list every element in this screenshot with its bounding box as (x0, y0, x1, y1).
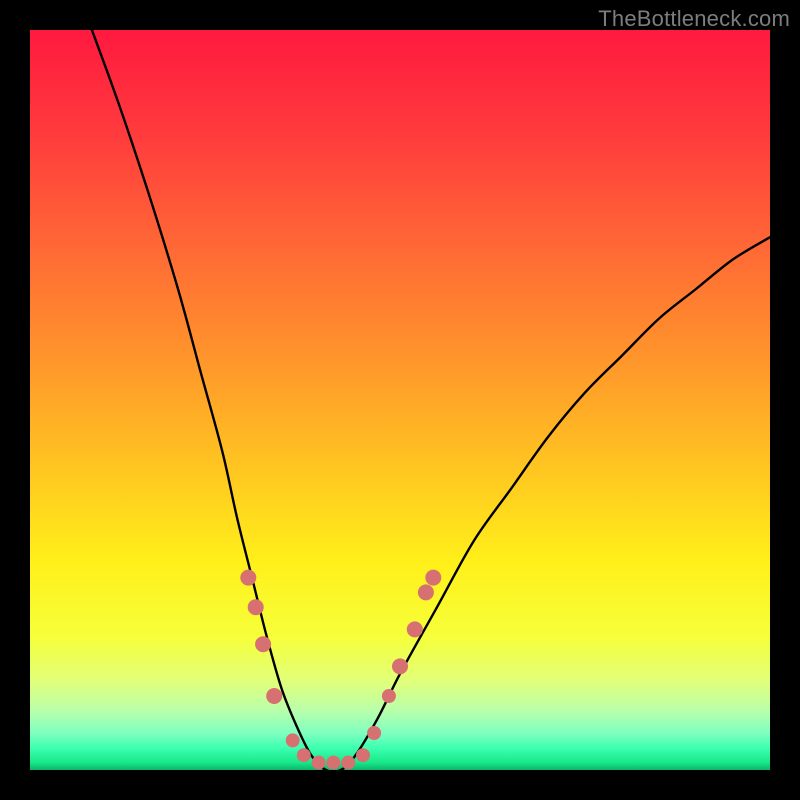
sample-point (248, 599, 264, 615)
sample-point (382, 689, 396, 703)
sample-point (392, 658, 408, 674)
sample-point (326, 756, 340, 770)
sample-point (286, 733, 300, 747)
chart-frame: TheBottleneck.com (0, 0, 800, 800)
sample-point (240, 570, 256, 586)
chart-svg (30, 30, 770, 770)
sample-point (297, 748, 311, 762)
sample-point (255, 636, 271, 652)
sample-point (341, 756, 355, 770)
sample-point (266, 688, 282, 704)
sample-points-group (240, 570, 441, 770)
sample-point (407, 621, 423, 637)
watermark-text: TheBottleneck.com (598, 6, 790, 32)
sample-point (312, 756, 326, 770)
plot-area (30, 30, 770, 770)
sample-point (356, 748, 370, 762)
sample-point (367, 726, 381, 740)
sample-point (418, 584, 434, 600)
sample-point (425, 570, 441, 586)
bottleneck-curve (89, 30, 770, 770)
